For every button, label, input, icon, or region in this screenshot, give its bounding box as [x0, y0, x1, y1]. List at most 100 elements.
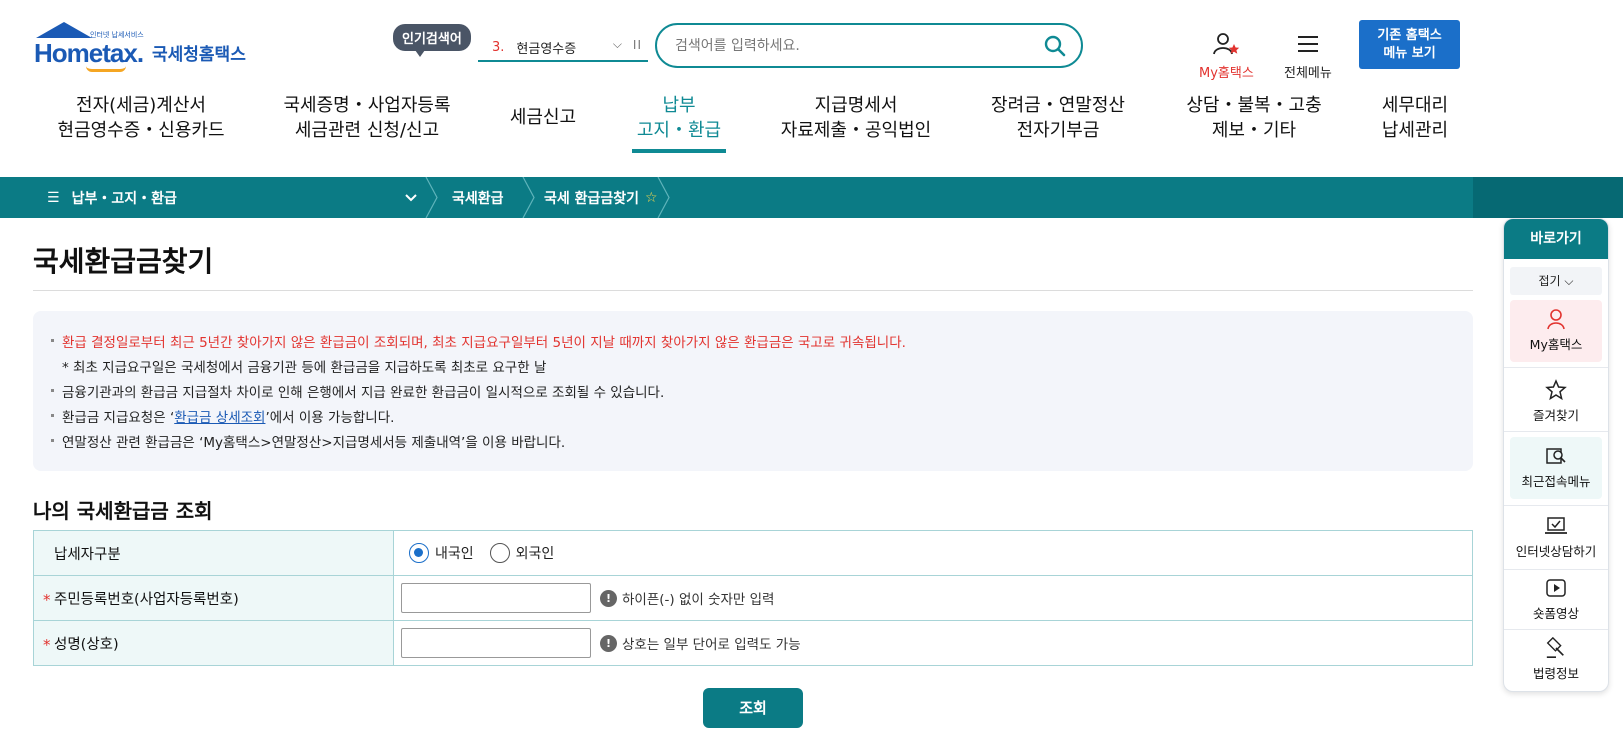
notice-item: 환급 결정일로부터 최근 5년간 찾아가지 않은 환급금이 조회되며, 최초 지… [51, 331, 906, 351]
gnb-item-e-invoice[interactable]: 전자(세금)계산서 현금영수증・신용카드 [57, 93, 224, 143]
divider [1504, 431, 1608, 432]
star-icon [1545, 379, 1567, 401]
pause-icon[interactable]: II [633, 38, 642, 52]
gavel-icon [1546, 637, 1564, 658]
breadcrumb-level3-label: 국세 환급금찾기 [544, 190, 640, 207]
gnb-line1: 납부 [662, 95, 696, 116]
quick-item-my-hometax[interactable]: My홈택스 [1510, 300, 1602, 362]
quick-item-online-consult[interactable]: 인터넷상담하기 [1504, 515, 1608, 560]
gnb-item-payment-statement[interactable]: 지급명세서 자료제출・공익법인 [781, 93, 931, 143]
gnb-line1: 전자(세금)계산서 [76, 95, 206, 116]
gnb-line2: 납세관리 [1381, 120, 1449, 141]
fold-label: 접기 [1538, 274, 1561, 288]
breadcrumb-level2[interactable]: 국세환급 [452, 177, 504, 218]
quick-item-label: My홈택스 [1529, 337, 1583, 352]
refund-detail-link[interactable]: 환급금 상세조회 [174, 410, 265, 426]
divider [1504, 629, 1608, 630]
bullet-icon [51, 338, 54, 342]
radio-foreign[interactable]: 외국인 [489, 543, 554, 563]
radio-circle-checked[interactable] [409, 543, 429, 563]
popular-rank: 3. [492, 39, 505, 55]
quick-item-favorites[interactable]: 즐겨찾기 [1504, 379, 1608, 424]
breadcrumb-separator [425, 177, 438, 218]
breadcrumb-level2-label: 국세환급 [452, 190, 504, 207]
user-star-icon [1213, 33, 1240, 55]
quick-menu: 바로가기 접기 ⌵ My홈택스 즐겨찾기 최근접속메뉴 인터넷상담하기 숏폼영상… [1503, 218, 1609, 692]
gnb-line1: 장려금・연말정산 [991, 95, 1125, 116]
notice-text: 환급 결정일로부터 최근 5년간 찾아가지 않은 환급금이 조회되며, 최초 지… [62, 335, 906, 351]
gnb-line1: 세무대리 [1381, 95, 1449, 116]
quick-item-shortform-video[interactable]: 숏폼영상 [1504, 577, 1608, 622]
gnb-item-certificate[interactable]: 국세증명・사업자등록 세금관련 신청/신고 [283, 93, 450, 143]
play-video-icon [1546, 579, 1566, 597]
bullet-icon [51, 388, 54, 392]
info-exclamation-icon: ! [600, 634, 617, 652]
required-mark: * [43, 591, 51, 609]
notice-text: 환급금 지급요청은 ‘ [62, 410, 175, 426]
chevron-down-icon: ⌵ [1564, 274, 1574, 288]
radio-circle-unchecked[interactable] [489, 543, 510, 563]
taxpayer-type-label: 납세자구분 [34, 531, 394, 575]
legacy-hometax-button[interactable]: 기존 홈택스 메뉴 보기 [1359, 20, 1460, 69]
refund-search-form: 납세자구분 내국인 외국인 * 주민등록번호(사업자등록번호) ! 하이픈(-)… [33, 530, 1473, 666]
page-title: 국세환급금찾기 [33, 245, 214, 278]
popular-search-ticker[interactable]: 3. 현금영수증 ⌵ II [478, 34, 648, 62]
legacy-line1: 기존 홈택스 [1377, 28, 1442, 43]
radio-domestic-label: 내국인 [435, 546, 474, 562]
gnb-line2: 고지・환급 [636, 120, 722, 141]
notice-text: * 최초 지급요구일은 국세청에서 금융기관 등에 환급금을 지급하도록 최초로… [62, 360, 547, 376]
gnb-item-consulting[interactable]: 상담・불복・고충 제보・기타 [1186, 93, 1321, 143]
divider [1504, 367, 1608, 368]
radio-domestic[interactable]: 내국인 [409, 543, 474, 563]
gnb-item-payment[interactable]: 납부 고지・환급 [637, 93, 721, 143]
name-input[interactable] [401, 628, 591, 658]
quick-item-recent-menu[interactable]: 최근접속메뉴 [1510, 437, 1602, 499]
gnb-line2: 전자기부금 [1016, 120, 1100, 141]
chevron-down-icon[interactable]: ⌵ [613, 37, 622, 52]
popular-term[interactable]: 현금영수증 [516, 38, 576, 57]
quick-item-label: 숏폼영상 [1532, 606, 1579, 621]
bullet-icon [51, 438, 54, 442]
hometax-logo[interactable]: 인터넷 납세서비스 Hometax. 국세청홈택스 [34, 22, 246, 74]
id-number-label: * 주민등록번호(사업자등록번호) [34, 576, 394, 620]
logo-korean-name: 국세청홈택스 [152, 45, 246, 65]
notice-box: 환급 결정일로부터 최근 5년간 찾아가지 않은 환급금이 조회되며, 최초 지… [33, 311, 1473, 471]
id-number-hint: ! 하이픈(-) 없이 숫자만 입력 [600, 588, 774, 608]
breadcrumb-menu-label: 납부・고지・환급 [71, 190, 177, 207]
notice-item: 연말정산 관련 환급금은 ‘My홈택스>연말정산>지급명세서등 제출내역’을 이… [51, 431, 565, 451]
breadcrumb: ☰ 납부・고지・환급 국세환급 국세 환급금찾기 ☆ [0, 177, 1623, 218]
gnb-item-incentive[interactable]: 장려금・연말정산 전자기부금 [991, 93, 1125, 143]
gnb-line2: 제보・기타 [1211, 120, 1297, 141]
gnb-item-tax-report[interactable]: 세금신고 [510, 105, 576, 130]
all-menu-label: 전체메뉴 [1284, 66, 1332, 81]
gnb-active-underline [632, 149, 726, 153]
my-hometax-label: My홈택스 [1199, 66, 1254, 81]
chevron-down-icon[interactable] [404, 187, 418, 207]
form-row-taxpayer-type: 납세자구분 내국인 외국인 [34, 531, 1472, 576]
quick-menu-fold-button[interactable]: 접기 ⌵ [1510, 267, 1602, 295]
recent-search-icon [1546, 448, 1566, 464]
quick-item-label: 법령정보 [1532, 666, 1579, 681]
divider [1504, 505, 1608, 506]
search-input[interactable] [675, 35, 1025, 57]
name-label: * 성명(상호) [34, 621, 394, 665]
notice-item: 환급금 지급요청은 ‘환급금 상세조회’에서 이용 가능합니다. [51, 406, 394, 426]
all-menu-button[interactable]: 전체메뉴 [1284, 32, 1332, 81]
notice-text: 금융기관과의 환급금 지급절차 차이로 인해 은행에서 지급 완료한 환급금이 … [62, 385, 665, 401]
breadcrumb-level3[interactable]: 국세 환급금찾기 ☆ [544, 177, 658, 218]
search-icon[interactable] [1043, 34, 1067, 58]
taxpayer-type-field: 내국인 외국인 [394, 531, 570, 575]
favorite-star-icon[interactable]: ☆ [645, 190, 658, 206]
id-number-input[interactable] [401, 583, 591, 613]
breadcrumb-menu-button[interactable]: ☰ 납부・고지・환급 [47, 177, 177, 218]
user-icon [1547, 309, 1565, 330]
search-submit-button[interactable]: 조회 [703, 688, 803, 728]
quick-item-law-info[interactable]: 법령정보 [1504, 637, 1608, 682]
info-exclamation-icon: ! [600, 589, 617, 607]
hamburger-icon [1297, 36, 1318, 52]
gnb-item-tax-agent[interactable]: 세무대리 납세관리 [1382, 93, 1448, 143]
my-hometax-link[interactable]: My홈택스 [1199, 32, 1254, 81]
section-title: 나의 국세환급금 조회 [33, 499, 213, 523]
gnb-line1: 지급명세서 [814, 95, 898, 116]
gnb-line2: 세금관련 신청/신고 [294, 120, 440, 141]
